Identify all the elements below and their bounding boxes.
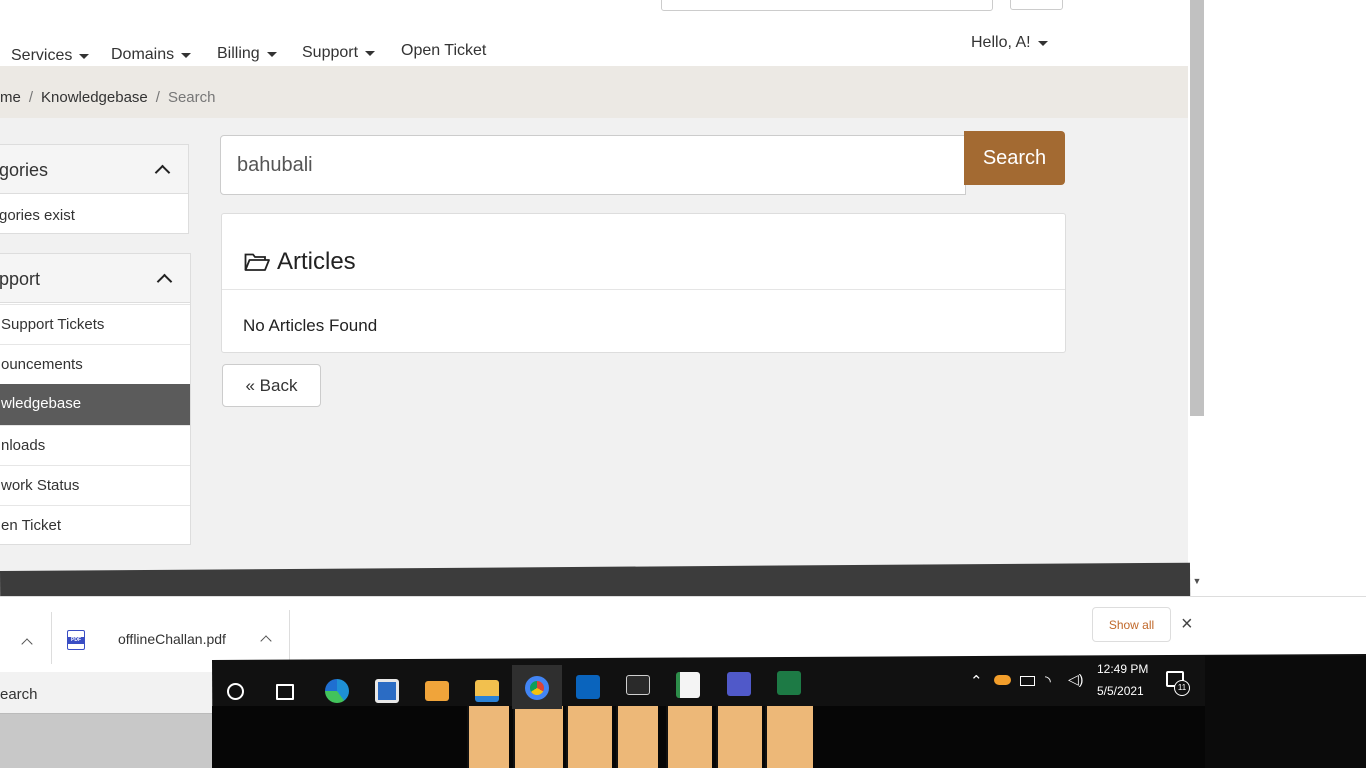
page-gutter: [1188, 0, 1366, 590]
cortana-icon[interactable]: [227, 683, 244, 700]
user-menu[interactable]: Hello, A!: [971, 34, 1048, 52]
store-icon[interactable]: [375, 679, 399, 703]
file-explorer-icon[interactable]: [475, 680, 499, 702]
support-header[interactable]: pport: [0, 254, 190, 303]
sidebar-item-label: work Status: [1, 477, 80, 494]
sidebar-item-label: ouncements: [1, 356, 83, 373]
taskbar-search-label: earch: [0, 686, 38, 703]
scroll-down-arrow-icon[interactable]: ▼: [1190, 574, 1204, 588]
wifi-icon[interactable]: ◝: [1045, 672, 1051, 690]
sidebar-item-network-status[interactable]: work Status: [0, 465, 190, 505]
nav-support[interactable]: Support: [302, 44, 376, 62]
nav-services[interactable]: Services: [11, 47, 90, 65]
pdf-file-icon-label: PDF: [68, 637, 84, 644]
window-preview[interactable]: [765, 706, 813, 768]
nav-domains[interactable]: Domains: [111, 46, 192, 64]
notification-count-badge: 11: [1174, 680, 1190, 696]
categories-empty-text: gories exist: [0, 207, 75, 224]
download-file-name[interactable]: offlineChallan.pdf: [118, 631, 226, 647]
caret-down-icon: [266, 51, 277, 57]
window-preview[interactable]: [616, 706, 658, 768]
breadcrumb-home[interactable]: me: [0, 89, 21, 106]
outlook-icon[interactable]: [576, 675, 600, 699]
breadcrumb-knowledgebase[interactable]: Knowledgebase: [41, 89, 148, 106]
terminal-icon[interactable]: [626, 675, 650, 695]
scrollbar-thumb[interactable]: [1190, 0, 1204, 416]
window-preview[interactable]: [666, 706, 712, 768]
volume-icon[interactable]: ◁): [1068, 671, 1083, 688]
window-preview[interactable]: [566, 706, 612, 768]
header-cart-button[interactable]: [1010, 0, 1063, 10]
nav-domains-label: Domains: [111, 46, 175, 63]
window-preview[interactable]: [513, 706, 563, 768]
window-preview[interactable]: [467, 706, 509, 768]
edge-browser-icon[interactable]: [325, 679, 349, 703]
header-search-input[interactable]: [661, 0, 993, 11]
articles-title: Articles: [277, 248, 356, 275]
categories-panel: gories gories exist: [0, 144, 189, 234]
sidebar-item-announcements[interactable]: ouncements: [0, 344, 190, 384]
excel-icon[interactable]: [777, 671, 801, 695]
back-button[interactable]: « Back: [222, 364, 321, 407]
onedrive-icon[interactable]: [994, 675, 1011, 685]
mail-icon[interactable]: [425, 681, 449, 701]
user-menu-label: Hello, A!: [971, 34, 1031, 51]
nav-billing-label: Billing: [217, 45, 260, 62]
sidebar-item-label: nloads: [1, 437, 46, 454]
divider: [289, 610, 290, 662]
task-view-icon[interactable]: [276, 684, 294, 700]
breadcrumb-separator: /: [155, 89, 160, 106]
sidebar-item-label: en Ticket: [1, 517, 62, 534]
desktop-edge: [1205, 656, 1366, 768]
chevron-up-icon[interactable]: [156, 273, 173, 290]
knowledgebase-search-input[interactable]: bahubali: [220, 135, 966, 195]
sidebar-item-downloads[interactable]: nloads: [0, 425, 190, 465]
clock-time[interactable]: 12:49 PM: [1097, 662, 1148, 676]
articles-header: Articles: [222, 214, 1065, 290]
support-title: pport: [0, 269, 41, 289]
pdf-file-icon: PDF: [67, 630, 85, 650]
breadcrumb-current: Search: [167, 89, 216, 106]
categories-header[interactable]: gories: [0, 145, 188, 194]
clock-date[interactable]: 5/5/2021: [1097, 684, 1144, 698]
sidebar-item-label: Support Tickets: [1, 316, 105, 333]
caret-down-icon: [1037, 40, 1048, 46]
search-button[interactable]: Search: [964, 131, 1065, 185]
nav-services-label: Services: [11, 47, 73, 64]
support-panel: pport Support Tickets ouncements wledgeb…: [0, 253, 191, 545]
nav-billing[interactable]: Billing: [217, 45, 277, 63]
sidebar-item-knowledgebase[interactable]: wledgebase: [0, 384, 190, 425]
chevron-up-icon[interactable]: [154, 164, 171, 181]
window-preview[interactable]: [716, 706, 762, 768]
chrome-icon[interactable]: [525, 676, 549, 700]
sidebar-item-open-ticket[interactable]: en Ticket: [0, 505, 190, 545]
close-icon[interactable]: ×: [1181, 613, 1193, 636]
teams-icon[interactable]: [727, 672, 751, 696]
nav-open-ticket-label: Open Ticket: [401, 42, 487, 59]
sidebar-item-support-tickets[interactable]: Support Tickets: [0, 304, 190, 344]
no-articles-message: No Articles Found: [243, 316, 378, 335]
articles-panel: Articles No Articles Found: [221, 213, 1066, 353]
nav-open-ticket[interactable]: Open Ticket: [401, 42, 486, 60]
folder-open-icon: [244, 253, 270, 271]
caret-down-icon: [365, 50, 376, 56]
tray-expand-icon[interactable]: ⌃: [970, 672, 983, 690]
caret-down-icon: [181, 52, 192, 58]
nav-support-label: Support: [302, 44, 359, 61]
breadcrumb-separator: /: [28, 89, 34, 106]
show-all-downloads-button[interactable]: Show all: [1092, 607, 1171, 642]
sidebar-item-label: wledgebase: [1, 395, 82, 412]
battery-icon[interactable]: [1020, 676, 1035, 686]
notepad-icon[interactable]: [676, 672, 700, 698]
breadcrumb: me / Knowledgebase / Search: [0, 89, 215, 106]
caret-down-icon: [79, 53, 90, 59]
categories-title: gories: [0, 160, 49, 180]
divider: [51, 612, 52, 664]
